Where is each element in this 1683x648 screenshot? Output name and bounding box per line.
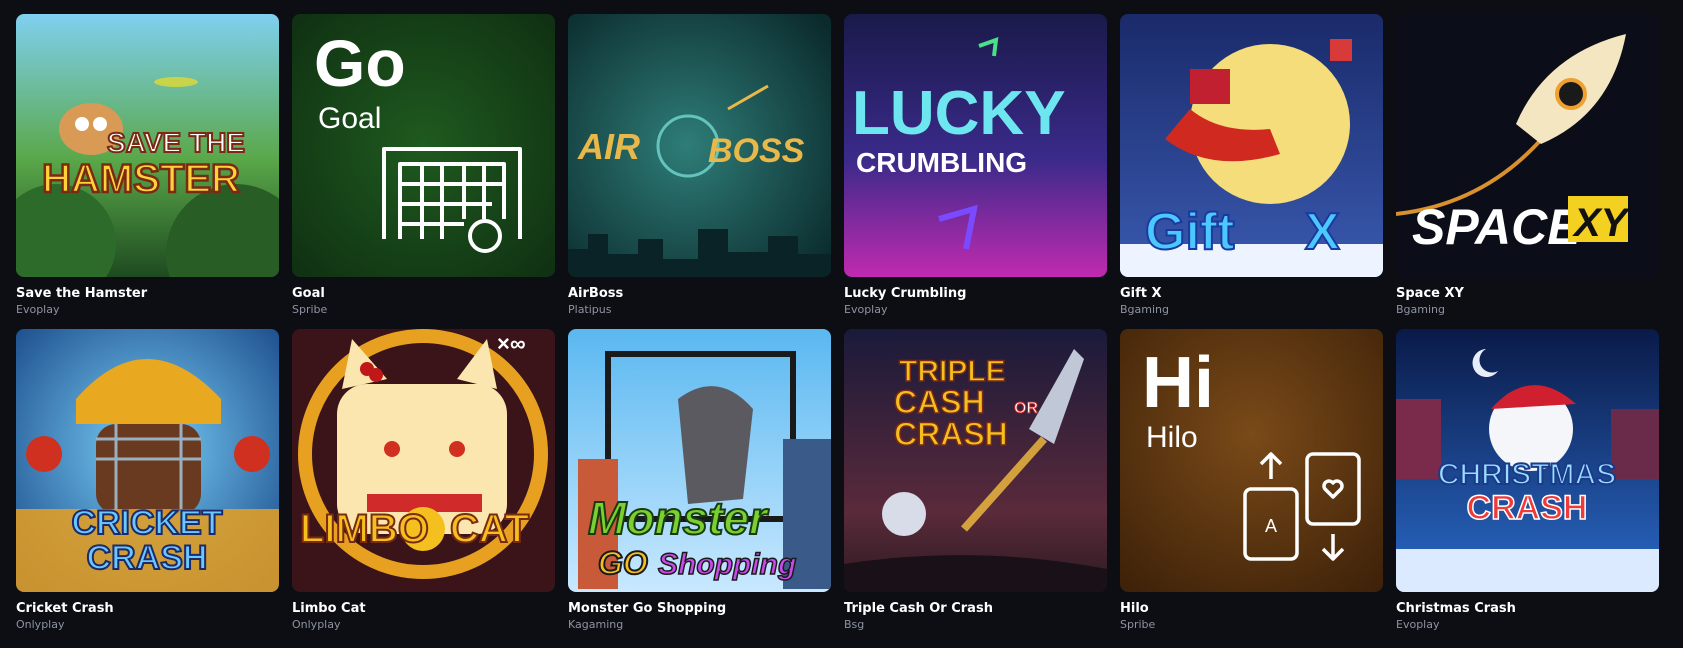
game-title[interactable]: Limbo Cat bbox=[292, 601, 555, 617]
art-text: CRUMBLING bbox=[856, 147, 1027, 178]
astronaut-icon bbox=[882, 492, 926, 536]
game-card-cricket-crash[interactable]: CRICKET CRASH Cricket Crash Onlyplay bbox=[16, 329, 279, 632]
game-provider: Kagaming bbox=[568, 618, 624, 631]
art-text: HAMSTER bbox=[42, 157, 240, 201]
game-provider: Onlyplay bbox=[292, 618, 341, 631]
game-title[interactable]: Goal bbox=[292, 286, 555, 302]
game-grid: SAVE THE HAMSTER Save the Hamster Evopla… bbox=[16, 14, 1659, 632]
game-card-hilo[interactable]: Hi Hilo A Hilo Spribe bbox=[1120, 329, 1383, 632]
art-text: Go bbox=[314, 26, 406, 100]
art-text: CHRISTMAS bbox=[1438, 458, 1616, 491]
game-card-limbo-cat[interactable]: ×∞ LIMBO CAT Limbo Cat Onlyplay bbox=[292, 329, 555, 632]
ball-icon bbox=[234, 436, 270, 472]
game-title[interactable]: Cricket Crash bbox=[16, 601, 279, 617]
art-text: CRASH bbox=[1467, 489, 1588, 527]
game-card-christmas-crash[interactable]: CHRISTMAS CRASH Christmas Crash Evoplay bbox=[1396, 329, 1659, 632]
art-text: CASH bbox=[894, 384, 985, 420]
game-provider: Spribe bbox=[1120, 618, 1156, 631]
game-thumbnail[interactable]: Go Goal bbox=[292, 14, 555, 277]
game-title[interactable]: Lucky Crumbling bbox=[844, 286, 1107, 302]
game-thumbnail[interactable]: TRIPLE CASH OR CRASH bbox=[844, 329, 1107, 592]
art-text: CAT bbox=[450, 507, 529, 551]
art-text: Shopping bbox=[658, 548, 796, 581]
game-card-goal[interactable]: Go Goal Goal Spribe bbox=[292, 14, 555, 317]
game-title[interactable]: Gift X bbox=[1120, 286, 1383, 302]
game-provider: Spribe bbox=[292, 303, 328, 316]
game-thumbnail[interactable]: LUCKY CRUMBLING bbox=[844, 14, 1107, 277]
art-text: SAVE THE bbox=[107, 127, 245, 158]
game-card-airboss[interactable]: AIR BOSS AirBoss Platipus bbox=[568, 14, 831, 317]
game-provider: Platipus bbox=[568, 303, 612, 316]
art-text: BOSS bbox=[708, 132, 805, 170]
art-text: GO bbox=[598, 545, 648, 581]
game-provider: Onlyplay bbox=[16, 618, 65, 631]
art-text: Goal bbox=[318, 102, 381, 135]
art-text: Hilo bbox=[1146, 421, 1198, 454]
game-thumbnail[interactable]: AIR BOSS bbox=[568, 14, 831, 277]
art-text: X bbox=[1305, 203, 1340, 261]
game-provider: Evoplay bbox=[844, 303, 888, 316]
game-card-lucky-crumbling[interactable]: LUCKY CRUMBLING Lucky Crumbling Evoplay bbox=[844, 14, 1107, 317]
game-card-save-the-hamster[interactable]: SAVE THE HAMSTER Save the Hamster Evopla… bbox=[16, 14, 279, 317]
game-thumbnail[interactable]: Monster GO Shopping bbox=[568, 329, 831, 592]
monster-icon bbox=[678, 386, 753, 504]
game-provider: Bsg bbox=[844, 618, 865, 631]
game-title[interactable]: Space XY bbox=[1396, 286, 1659, 302]
game-card-monster-go-shopping[interactable]: Monster GO Shopping Monster Go Shopping … bbox=[568, 329, 831, 632]
art-text: Monster bbox=[588, 492, 769, 544]
game-provider: Bgaming bbox=[1396, 303, 1445, 316]
game-thumbnail[interactable]: Gift X bbox=[1120, 14, 1383, 277]
art-text: CRICKET bbox=[71, 504, 222, 542]
game-title[interactable]: Christmas Crash bbox=[1396, 601, 1659, 617]
art-text: Gift bbox=[1145, 203, 1235, 261]
art-text: LUCKY bbox=[852, 79, 1066, 148]
game-thumbnail[interactable]: ×∞ LIMBO CAT bbox=[292, 329, 555, 592]
art-text: A bbox=[1265, 516, 1277, 536]
game-title[interactable]: Triple Cash Or Crash bbox=[844, 601, 1107, 617]
game-thumbnail[interactable]: SAVE THE HAMSTER bbox=[16, 14, 279, 277]
game-title[interactable]: AirBoss bbox=[568, 286, 831, 302]
game-provider: Bgaming bbox=[1120, 303, 1169, 316]
game-thumbnail[interactable]: SPACE XY bbox=[1396, 14, 1659, 277]
game-title[interactable]: Hilo bbox=[1120, 601, 1383, 617]
art-text: Hi bbox=[1142, 343, 1214, 423]
game-thumbnail[interactable]: Hi Hilo A bbox=[1120, 329, 1383, 592]
game-provider: Evoplay bbox=[1396, 618, 1440, 631]
art-text: SPACE bbox=[1412, 199, 1582, 255]
game-title[interactable]: Monster Go Shopping bbox=[568, 601, 831, 617]
art-text: XY bbox=[1572, 201, 1631, 245]
art-text: AIR bbox=[577, 126, 640, 167]
art-text: OR bbox=[1014, 400, 1038, 417]
game-thumbnail[interactable]: CHRISTMAS CRASH bbox=[1396, 329, 1659, 592]
game-card-triple-cash-or-crash[interactable]: TRIPLE CASH OR CRASH Triple Cash Or Cras… bbox=[844, 329, 1107, 632]
game-provider: Evoplay bbox=[16, 303, 60, 316]
art-text: ×∞ bbox=[497, 331, 526, 356]
art-text: CRASH bbox=[894, 416, 1008, 452]
game-card-space-xy[interactable]: SPACE XY Space XY Bgaming bbox=[1396, 14, 1659, 317]
art-text: LIMBO bbox=[300, 507, 429, 551]
game-title[interactable]: Save the Hamster bbox=[16, 286, 279, 302]
art-text: CRASH bbox=[87, 539, 208, 577]
game-thumbnail[interactable]: CRICKET CRASH bbox=[16, 329, 279, 592]
ball-icon bbox=[26, 436, 62, 472]
game-card-gift-x[interactable]: Gift X Gift X Bgaming bbox=[1120, 14, 1383, 317]
